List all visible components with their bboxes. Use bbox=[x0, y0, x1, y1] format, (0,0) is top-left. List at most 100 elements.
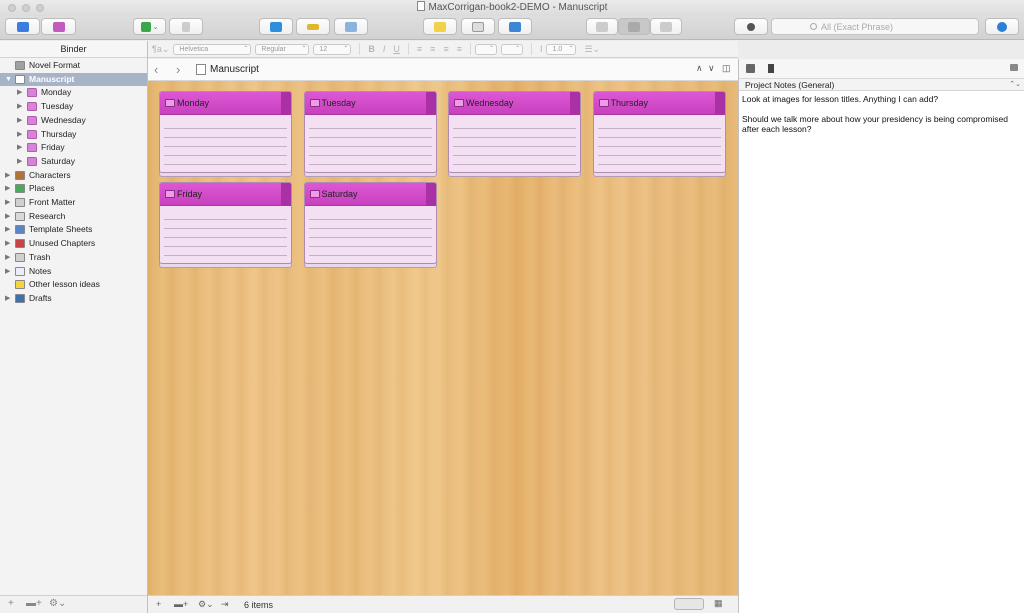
notes-selector[interactable]: Project Notes (General) ⌃⌄ bbox=[739, 79, 1024, 91]
font-family-select[interactable]: Helvetica bbox=[173, 43, 252, 55]
zoom-window-button[interactable] bbox=[36, 4, 44, 12]
disclosure-closed-icon[interactable]: ▶ bbox=[5, 292, 10, 305]
view-scrivenings-button[interactable] bbox=[586, 18, 618, 35]
export-icon[interactable]: ⇥ bbox=[221, 599, 229, 610]
line-spacing-select[interactable]: 1.0 bbox=[546, 43, 577, 55]
quick-search-button[interactable] bbox=[734, 18, 768, 35]
binder-item[interactable]: ▶ Places bbox=[0, 182, 147, 195]
close-window-button[interactable] bbox=[8, 4, 16, 12]
next-document-button[interactable]: ∨ bbox=[708, 63, 715, 74]
previous-document-button[interactable]: ∧ bbox=[696, 63, 703, 74]
index-card[interactable]: Wednesday bbox=[448, 91, 581, 177]
split-view-button[interactable]: ◫ bbox=[722, 63, 731, 74]
align-right-icon[interactable]: ≡ bbox=[443, 44, 448, 54]
binder-item[interactable]: ▼ Manuscript bbox=[0, 72, 147, 86]
binder-item[interactable]: ▶ Characters bbox=[0, 169, 147, 182]
binder-item[interactable]: ▶ Friday bbox=[0, 141, 147, 154]
disclosure-closed-icon[interactable]: ▶ bbox=[5, 169, 10, 182]
index-card[interactable]: Tuesday bbox=[303, 91, 437, 177]
add-item-button[interactable]: + bbox=[8, 598, 14, 609]
project-notes-text[interactable]: Look at images for lesson titles. Anythi… bbox=[739, 91, 1024, 137]
highlight-color-select[interactable] bbox=[500, 43, 523, 55]
card-title[interactable]: Monday bbox=[177, 98, 209, 108]
disclosure-closed-icon[interactable]: ▶ bbox=[5, 265, 10, 278]
binder-item[interactable]: Novel Format bbox=[0, 59, 147, 72]
card-title[interactable]: Wednesday bbox=[466, 98, 513, 108]
binder-item[interactable]: ▶ Tuesday bbox=[0, 100, 147, 113]
disclosure-closed-icon[interactable]: ▶ bbox=[5, 182, 10, 195]
card-title[interactable]: Thursday bbox=[611, 98, 649, 108]
card-synopsis[interactable] bbox=[308, 211, 432, 259]
card-synopsis[interactable] bbox=[164, 120, 287, 168]
font-style-select[interactable]: Regular bbox=[255, 43, 310, 55]
card-synopsis[interactable] bbox=[453, 120, 576, 168]
disclosure-closed-icon[interactable]: ▶ bbox=[17, 128, 22, 141]
layout-button[interactable] bbox=[461, 18, 495, 35]
card-arrangement-toggle[interactable] bbox=[674, 598, 704, 610]
card-synopsis[interactable] bbox=[308, 120, 432, 168]
lock-icon[interactable] bbox=[1010, 64, 1018, 71]
disclosure-closed-icon[interactable]: ▶ bbox=[17, 114, 22, 127]
font-size-select[interactable]: 12 bbox=[313, 43, 352, 55]
add-button[interactable]: ⌄ bbox=[133, 18, 166, 35]
disclosure-closed-icon[interactable]: ▶ bbox=[17, 155, 22, 168]
disclosure-closed-icon[interactable]: ▶ bbox=[5, 223, 10, 236]
card-title[interactable]: Friday bbox=[177, 189, 202, 199]
search-input[interactable]: All (Exact Phrase) bbox=[771, 18, 979, 35]
forward-button[interactable]: › bbox=[176, 62, 180, 77]
underline-button[interactable]: U bbox=[393, 44, 400, 54]
paragraph-style-icon[interactable]: ¶a⌄ bbox=[152, 44, 169, 55]
binder-item[interactable]: ▶ Template Sheets bbox=[0, 223, 147, 236]
disclosure-closed-icon[interactable]: ▶ bbox=[5, 196, 10, 209]
card-synopsis[interactable] bbox=[164, 211, 287, 259]
list-style-icon[interactable]: ☰⌄ bbox=[584, 44, 600, 55]
gear-icon[interactable]: ⚙⌄ bbox=[198, 599, 214, 610]
disclosure-closed-icon[interactable]: ▶ bbox=[17, 100, 22, 113]
align-left-icon[interactable]: ≡ bbox=[417, 44, 422, 54]
binder-item[interactable]: ▶ Notes bbox=[0, 265, 147, 278]
italic-button[interactable]: I bbox=[383, 44, 386, 54]
binder-item[interactable]: ▶ Front Matter bbox=[0, 196, 147, 209]
minimize-window-button[interactable] bbox=[22, 4, 30, 12]
grid-size-icon[interactable]: ▦ bbox=[714, 598, 723, 609]
delete-button[interactable] bbox=[169, 18, 203, 35]
align-center-icon[interactable]: ≡ bbox=[430, 44, 435, 54]
add-folder-button[interactable]: ▬+ bbox=[174, 599, 188, 609]
binder-item[interactable]: ▶ Monday bbox=[0, 86, 147, 99]
gear-icon[interactable]: ⚙⌄ bbox=[49, 598, 66, 609]
binder-item[interactable]: ▶ Wednesday bbox=[0, 114, 147, 127]
index-card[interactable]: Friday bbox=[159, 182, 292, 268]
disclosure-closed-icon[interactable]: ▶ bbox=[17, 141, 22, 154]
compile-button[interactable] bbox=[498, 18, 532, 35]
comment-button[interactable] bbox=[423, 18, 457, 35]
justify-icon[interactable]: ≡ bbox=[457, 44, 462, 54]
view-outliner-button[interactable] bbox=[650, 18, 682, 35]
add-card-button[interactable]: + bbox=[156, 599, 161, 609]
bookmark-icon[interactable] bbox=[768, 64, 774, 73]
index-card[interactable]: Thursday bbox=[592, 91, 726, 177]
card-synopsis[interactable] bbox=[597, 120, 721, 168]
notes-tab-icon[interactable] bbox=[746, 64, 755, 73]
binder-toggle-button[interactable] bbox=[5, 18, 40, 35]
index-card[interactable]: Saturday bbox=[303, 182, 437, 268]
edit-button[interactable] bbox=[334, 18, 368, 35]
binder-item[interactable]: Other lesson ideas bbox=[0, 278, 147, 291]
disclosure-closed-icon[interactable]: ▶ bbox=[5, 210, 10, 223]
disclosure-closed-icon[interactable]: ▶ bbox=[5, 251, 10, 264]
add-folder-button[interactable]: ▬+ bbox=[26, 598, 42, 609]
inspector-toggle-button[interactable] bbox=[985, 18, 1019, 35]
keywords-button[interactable] bbox=[296, 18, 330, 35]
binder-item[interactable]: ▶ Thursday bbox=[0, 128, 147, 141]
binder-item[interactable]: ▶ Trash bbox=[0, 251, 147, 264]
card-title[interactable]: Tuesday bbox=[322, 98, 356, 108]
binder-item[interactable]: ▶ Saturday bbox=[0, 155, 147, 168]
composition-mode-button[interactable] bbox=[259, 18, 293, 35]
binder-item[interactable]: ▶ Unused Chapters bbox=[0, 237, 147, 250]
disclosure-closed-icon[interactable]: ▶ bbox=[5, 237, 10, 250]
binder-item[interactable]: ▶ Research bbox=[0, 210, 147, 223]
view-corkboard-button[interactable] bbox=[618, 18, 650, 35]
bold-button[interactable]: B bbox=[368, 44, 375, 54]
card-title[interactable]: Saturday bbox=[322, 189, 358, 199]
collections-button[interactable] bbox=[41, 18, 76, 35]
index-card[interactable]: Monday bbox=[159, 91, 292, 177]
